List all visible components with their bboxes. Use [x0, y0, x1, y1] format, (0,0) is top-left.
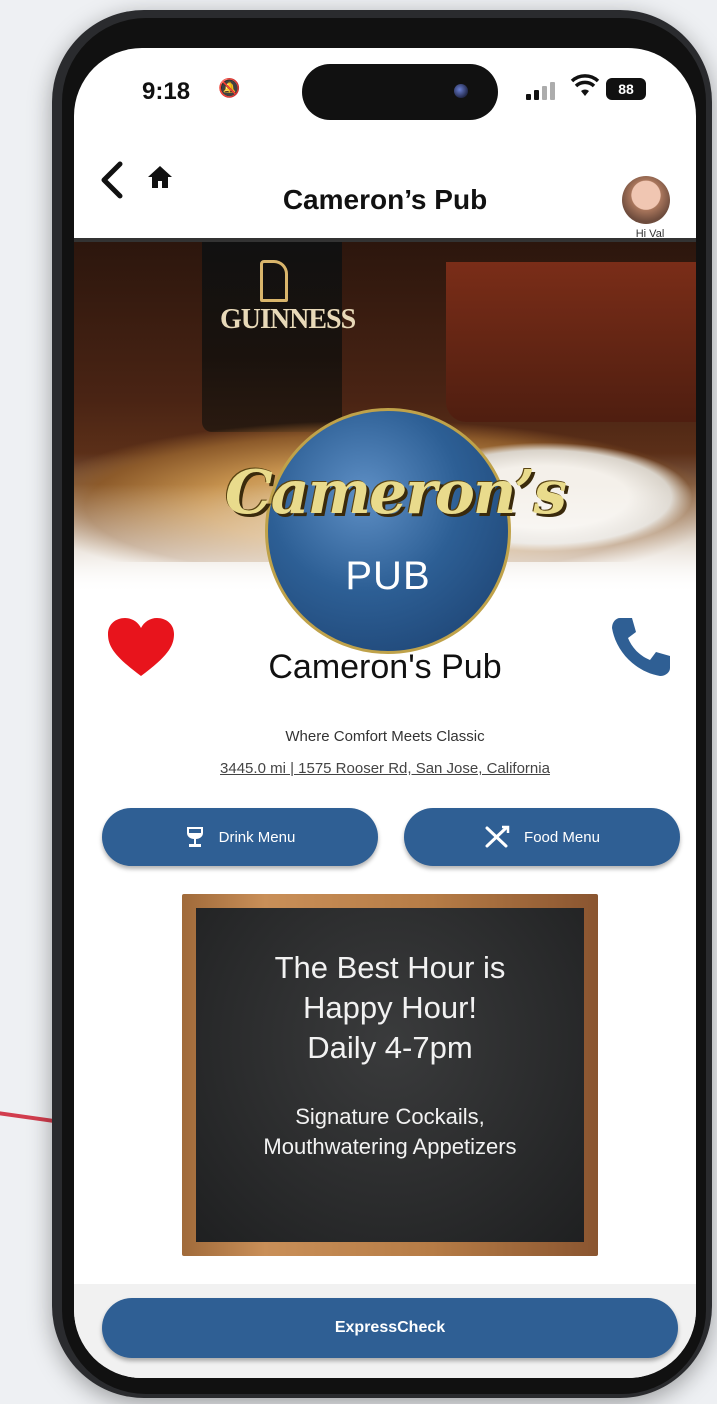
app-screen: 9:18 🔕 88 Cameron’s Pub Hi Val GUINNESS … — [74, 48, 696, 1378]
drink-menu-label: Drink Menu — [218, 828, 296, 846]
harp-icon — [260, 260, 288, 302]
phone-icon[interactable] — [610, 614, 674, 678]
status-bar: 9:18 🔕 88 — [74, 48, 696, 128]
nav-bar: Cameron’s Pub Hi Val — [74, 128, 696, 242]
page-title: Cameron’s Pub — [282, 184, 488, 215]
hero-wall — [446, 262, 696, 422]
chalkboard-surface: The Best Hour is Happy Hour! Daily 4-7pm… — [196, 908, 584, 1242]
avatar-label: Hi Val — [635, 228, 665, 240]
battery-indicator: 88 — [606, 78, 646, 100]
business-tagline: Where Comfort Meets Classic — [285, 728, 485, 745]
promo-chalkboard[interactable]: The Best Hour is Happy Hour! Daily 4-7pm… — [182, 894, 598, 1256]
food-menu-label: Food Menu — [524, 828, 600, 846]
camera-icon — [454, 84, 468, 98]
wine-glass-icon — [185, 825, 205, 849]
promo-line-3: Daily 4-7pm — [307, 1030, 473, 1065]
promo-line-1: The Best Hour is — [274, 950, 506, 985]
business-name: Cameron's Pub — [268, 648, 502, 686]
avatar[interactable] — [622, 176, 670, 224]
drink-menu-button[interactable]: Drink Menu — [102, 808, 378, 866]
business-address[interactable]: 3445.0 mi | 1575 Rooser Rd, San Jose, Ca… — [74, 760, 696, 777]
fork-knife-icon — [484, 825, 510, 849]
promo-sub-2: Mouthwatering Appetizers — [263, 1134, 517, 1159]
stage: 9:18 🔕 88 Cameron’s Pub Hi Val GUINNESS … — [0, 0, 717, 1404]
glass-brand: GUINNESS — [220, 304, 356, 335]
dynamic-island — [302, 64, 498, 120]
logo-circle — [265, 408, 511, 654]
logo-pub: PUB — [345, 554, 431, 598]
pub-logo: Cameron’s PUB — [225, 408, 567, 654]
express-check-button[interactable]: ExpressCheck — [102, 1298, 678, 1358]
signal-icon — [526, 80, 560, 100]
promo-line-2: Happy Hour! — [302, 990, 478, 1025]
logo-script: Cameron’s — [225, 458, 567, 528]
food-menu-button[interactable]: Food Menu — [404, 808, 680, 866]
status-time: 9:18 — [142, 78, 191, 105]
bell-icon: 🔕 — [218, 78, 241, 98]
wifi-icon — [570, 74, 600, 105]
promo-sub-1: Signature Cockails, — [295, 1104, 485, 1129]
